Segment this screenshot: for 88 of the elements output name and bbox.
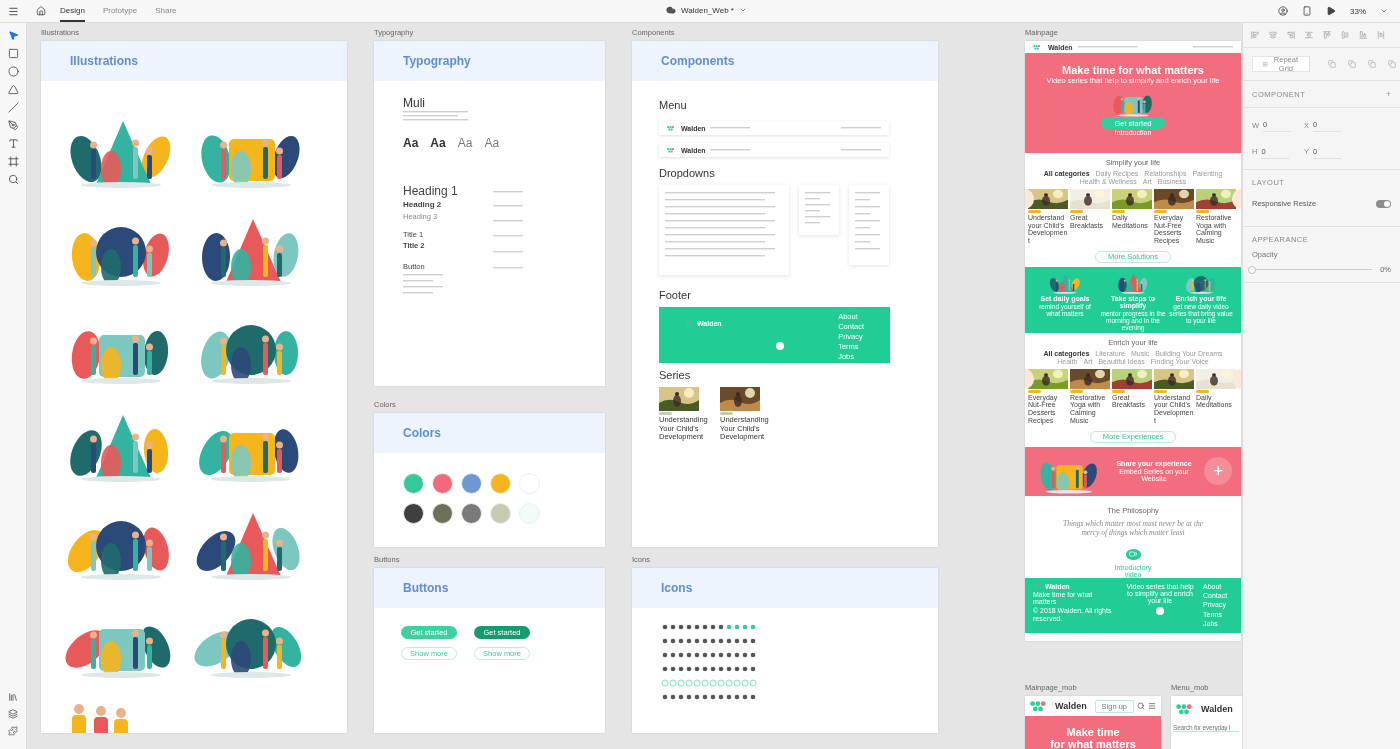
chevron-down-icon[interactable] — [1380, 7, 1388, 15]
triangle-tool-icon[interactable] — [7, 84, 19, 95]
document-title[interactable]: Walden_Web * — [681, 5, 734, 15]
pointer-tool-icon[interactable] — [7, 30, 19, 41]
search-icon[interactable] — [1137, 702, 1145, 710]
hero-title: for what matters — [1050, 738, 1136, 749]
circle-icon — [775, 342, 784, 350]
slider-thumb[interactable] — [1248, 265, 1256, 274]
placeholder-text-lines — [1193, 45, 1233, 49]
section-heading: Series — [659, 369, 692, 381]
text-style-sample: Heading 2 — [403, 200, 443, 209]
placeholder-text-lines — [841, 148, 881, 152]
align-icon[interactable] — [1287, 31, 1295, 39]
font-sample: Aa — [403, 136, 419, 150]
placeholder-text-lines — [709, 126, 750, 130]
toggle-switch[interactable] — [1376, 199, 1391, 208]
artboard-title: Icons — [661, 581, 693, 595]
chevron-down-icon[interactable] — [738, 6, 747, 14]
menu-icon[interactable] — [1148, 702, 1156, 710]
brand-name: Walden — [1055, 701, 1087, 711]
font-sample: Aa — [430, 136, 446, 150]
section-heading: Menu — [659, 99, 688, 111]
home-icon[interactable] — [36, 6, 46, 16]
pen-tool-icon[interactable] — [7, 120, 19, 131]
artboard-title: Illustrations — [70, 54, 138, 68]
mode-tab[interactable]: Share — [155, 0, 177, 22]
user-icon[interactable] — [1278, 6, 1288, 16]
placeholder-text-lines — [403, 110, 468, 122]
placeholder-text-lines — [709, 148, 750, 152]
align-icon[interactable] — [1359, 31, 1367, 39]
layers-icon[interactable] — [8, 709, 18, 719]
play-icon[interactable] — [1326, 6, 1336, 16]
section-heading: Footer — [659, 289, 692, 301]
logo-icon — [1033, 44, 1043, 50]
artboard-tool-icon[interactable] — [7, 156, 19, 167]
phone-icon[interactable] — [1302, 6, 1312, 16]
tag-pill — [1070, 210, 1083, 213]
section-heading: Dropdowns — [659, 167, 716, 179]
logo-icon — [667, 125, 677, 131]
placeholder-text-lines — [1077, 45, 1138, 49]
logo-icon — [685, 321, 695, 326]
logo-icon — [1033, 583, 1043, 589]
tag-pill — [1112, 389, 1125, 393]
menu-icon[interactable] — [8, 5, 19, 17]
font-name: Muli — [403, 96, 426, 110]
placeholder-text-lines — [841, 126, 881, 130]
video-camera-icon — [1129, 550, 1137, 559]
artboard-title: Typography — [403, 54, 471, 68]
add-component-button[interactable]: + — [1385, 89, 1391, 99]
brand-name: Walden — [1201, 704, 1233, 714]
tag-pill — [659, 412, 672, 415]
tag-pill — [1112, 210, 1125, 213]
tag-pill — [1196, 389, 1209, 393]
font-sample: Aa — [484, 136, 500, 150]
text-style-sample: Heading 1 — [403, 184, 459, 198]
tag-pill — [1154, 389, 1167, 393]
search-tool-icon[interactable] — [7, 174, 19, 185]
placeholder-text-lines — [493, 204, 523, 208]
text-tool-icon[interactable] — [7, 138, 19, 149]
tag-pill — [1154, 210, 1167, 213]
hero-title: Make time — [1066, 726, 1120, 739]
logo-icon — [667, 147, 677, 153]
zoom-level[interactable]: 33% — [1350, 6, 1366, 16]
tag-pill — [720, 412, 733, 415]
artboard-title: Colors — [403, 426, 441, 440]
line-tool-icon[interactable] — [7, 102, 19, 113]
rectangle-tool-icon[interactable] — [7, 48, 19, 59]
video-button[interactable] — [1125, 548, 1141, 560]
ellipse-tool-icon[interactable] — [7, 66, 19, 77]
align-icon[interactable] — [1251, 31, 1259, 39]
tag-pill — [1070, 389, 1083, 393]
artboard-title: Buttons — [403, 581, 449, 595]
grid-icon — [1263, 60, 1268, 68]
font-sample: Aa — [457, 136, 473, 150]
add-button[interactable]: + — [1204, 457, 1233, 485]
align-icon[interactable] — [1323, 31, 1331, 39]
mode-tab[interactable]: Prototype — [102, 0, 138, 22]
placeholder-text-lines — [493, 219, 523, 223]
placeholder-text-lines — [493, 190, 523, 194]
hero-title: Make time for what matters — [1062, 64, 1204, 76]
plugins-icon[interactable] — [8, 726, 18, 736]
artboard-title: Components — [661, 54, 735, 68]
tag-pill — [1028, 389, 1041, 393]
tag-pill — [1028, 210, 1041, 213]
tag-pill — [1196, 210, 1209, 213]
cloud-icon — [666, 5, 676, 15]
circle-icon — [1156, 606, 1164, 615]
assets-icon[interactable] — [8, 692, 18, 702]
